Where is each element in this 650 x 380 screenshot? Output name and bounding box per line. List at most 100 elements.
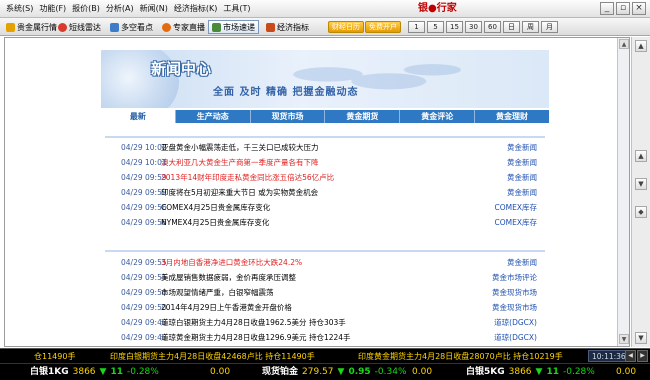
news-row[interactable]: 04/29 10:02 亚盘黄金小幅震荡走低，千三关口已成较大压力 黄金新闻 [105, 140, 545, 155]
menu-analysis[interactable]: 分析(A) [106, 3, 134, 15]
menu-system[interactable]: 系统(S) [6, 3, 33, 15]
news-headline[interactable]: 市场观望情绪严重，白银窄幅震荡 [161, 287, 487, 298]
news-center-panel: 新闻中心 全面 及时 精确 把握金融动态 最新 生产动态 现货市场 黄金期货 黄… [4, 37, 630, 347]
news-headline[interactable]: NYMEX4月25日贵金属库存变化 [161, 217, 487, 228]
tab-spot-market[interactable]: 现货市场 [251, 110, 326, 123]
quote-price: 0.00 [412, 367, 433, 377]
tool-label: 市场速递 [223, 22, 255, 32]
news-category-link[interactable]: 黄金现货市场 [487, 287, 545, 298]
news-row[interactable]: 04/29 09:46 道琼白银期货主力4月28日收盘1962.5美分 持仓303… [105, 315, 545, 330]
ticker-prev-icon[interactable]: ◀ [625, 350, 636, 362]
news-row[interactable]: 04/29 09:56 NYMEX4月25日贵金属库存变化 COMEX库存 [105, 215, 545, 230]
news-headline[interactable]: 亚盘黄金小幅震荡走低，千三关口已成较大压力 [161, 142, 487, 153]
news-category-link[interactable]: 黄金新闻 [487, 187, 545, 198]
tool-label: 多空看点 [121, 22, 153, 32]
news-headline[interactable]: 道琼白银期货主力4月28日收盘1962.5美分 持仓303手 [161, 317, 487, 328]
menu-quote[interactable]: 报价(B) [72, 3, 100, 15]
minimize-button[interactable]: _ [600, 2, 614, 15]
quote-change: 11 [110, 367, 123, 377]
open-account-button[interactable]: 免费开户 [365, 21, 401, 33]
panel-down-icon[interactable]: ▼ [635, 178, 647, 190]
quote-placeholder[interactable]: 0.00 [210, 366, 230, 379]
news-category-link[interactable]: COMEX库存 [487, 217, 545, 228]
news-row[interactable]: 04/29 09:46 道琼黄金期货主力4月28日收盘1296.9美元 持仓122… [105, 330, 545, 345]
tool-label: 经济指标 [277, 22, 309, 32]
tool-economic-indicators[interactable]: 经济指标 [262, 20, 313, 34]
news-headline[interactable]: COMEX4月25日贵金属库存变化 [161, 202, 487, 213]
news-category-link[interactable]: 黄金现货市场 [487, 302, 545, 313]
quote-item[interactable]: 现货铂金 279.57 ▼ 0.95 -0.34% [262, 366, 407, 379]
close-button[interactable]: × [632, 2, 646, 15]
quote-item[interactable]: 白银1KG 3866 ▼ 11 -0.28% [30, 366, 159, 379]
news-time: 04/29 09:59 [121, 173, 167, 182]
quote-item[interactable]: 白银5KG 3866 ▼ 11 -0.28% [466, 366, 595, 379]
news-time: 04/29 09:56 [121, 203, 167, 212]
tab-gold-futures[interactable]: 黄金期货 [325, 110, 401, 123]
clock-display: 10:11:36 [588, 350, 630, 362]
period-15m-button[interactable]: 15 [446, 21, 463, 33]
scroll-down-arrow-icon[interactable]: ▼ [619, 334, 629, 344]
news-row[interactable]: 04/29 09:55 美成屋销售数据疲弱，金价再度承压调整 黄金市场评论 [105, 270, 545, 285]
news-headline[interactable]: 美成屋销售数据疲弱，金价再度承压调整 [161, 272, 487, 283]
news-row[interactable]: 04/29 09:59 2013年14财年印度走私黄金同比涨五倍达56亿卢比 黄金新… [105, 170, 545, 185]
quote-price: 0.00 [616, 367, 637, 377]
news-row[interactable]: 04/29 09:50 市场观望情绪严重，白银窄幅震荡 黄金现货市场 [105, 285, 545, 300]
panel-collapse-icon[interactable]: ▲ [635, 40, 647, 52]
news-headline[interactable]: 道琼黄金期货主力4月28日收盘1296.9美元 持仓1224手 [161, 332, 487, 343]
period-day-button[interactable]: 日 [503, 21, 520, 33]
scroll-up-arrow-icon[interactable]: ▲ [619, 39, 629, 49]
news-headline[interactable]: 3月内地自香港净进口黄金环比大跌24.2% [161, 257, 487, 268]
menu-economic-indicators[interactable]: 经济指标(K) [174, 3, 218, 15]
tool-bull-bear-points[interactable]: 多空看点 [106, 20, 157, 34]
quote-strip: 白银1KG 3866 ▼ 11 -0.28% 0.00 现货铂金 279.57 ▼ 0.95 -0.… [0, 363, 650, 380]
tab-production[interactable]: 生产动态 [176, 110, 251, 123]
news-category-link[interactable]: 道琼(DGCX) [487, 332, 545, 343]
tool-market-express[interactable]: 市场速递 [208, 20, 259, 34]
period-1m-button[interactable]: 1 [408, 21, 425, 33]
news-category-link[interactable]: 黄金新闻 [487, 257, 545, 268]
expert-icon [162, 22, 171, 32]
restore-button[interactable]: ▫ [616, 2, 630, 15]
news-category-link[interactable]: 黄金新闻 [487, 172, 545, 183]
news-row[interactable]: 04/29 09:59 印度将在5月初迎来重大节日 或为实物黄金机会 黄金新闻 [105, 185, 545, 200]
tab-latest[interactable]: 最新 [101, 110, 176, 123]
menu-tools[interactable]: 工具(T) [223, 3, 250, 15]
banner-title: 新闻中心 [151, 60, 212, 78]
window-controls: _ ▫ × [600, 2, 646, 15]
news-category-link[interactable]: COMEX库存 [487, 202, 545, 213]
period-month-button[interactable]: 月 [541, 21, 558, 33]
news-category-link[interactable]: 道琼(DGCX) [487, 317, 545, 328]
panel-pin-icon[interactable]: ◆ [635, 206, 647, 218]
quote-placeholder[interactable]: 0.00 [412, 366, 432, 379]
period-week-button[interactable]: 周 [522, 21, 539, 33]
period-5m-button[interactable]: 5 [427, 21, 444, 33]
panel-up-icon[interactable]: ▲ [635, 150, 647, 162]
news-headline[interactable]: 2014年4月29日上午香港黄金开盘价格 [161, 302, 487, 313]
content-scrollbar[interactable]: ▲ ▼ [617, 38, 629, 346]
tool-label: 专家直播 [173, 22, 205, 32]
quote-placeholder[interactable]: 0.00 [616, 366, 636, 379]
menu-news[interactable]: 新闻(N) [140, 3, 168, 15]
news-headline[interactable]: 印度将在5月初迎来重大节日 或为实物黄金机会 [161, 187, 487, 198]
news-time: 04/29 09:55 [121, 273, 167, 282]
news-headline[interactable]: 2013年14财年印度走私黄金同比涨五倍达56亿卢比 [161, 172, 487, 183]
period-30m-button[interactable]: 30 [465, 21, 482, 33]
finance-calendar-button[interactable]: 财经日历 [328, 21, 364, 33]
news-row[interactable]: 04/29 10:01 澳大利亚几大黄金生产商第一季度产量各有下降 黄金新闻 [105, 155, 545, 170]
news-category-link[interactable]: 黄金市场评论 [487, 272, 545, 283]
period-60m-button[interactable]: 60 [484, 21, 501, 33]
ticker-next-icon[interactable]: ▶ [637, 350, 648, 362]
news-headline[interactable]: 澳大利亚几大黄金生产商第一季度产量各有下降 [161, 157, 487, 168]
menu-function[interactable]: 功能(F) [39, 3, 66, 15]
panel-expand-icon[interactable]: ▼ [635, 332, 647, 344]
news-category-link[interactable]: 黄金新闻 [487, 157, 545, 168]
tool-expert-live[interactable]: 专家直播 [158, 20, 209, 34]
news-row[interactable]: 04/29 09:56 COMEX4月25日贵金属库存变化 COMEX库存 [105, 200, 545, 215]
news-row[interactable]: 04/29 09:55 3月内地自香港净进口黄金环比大跌24.2% 黄金新闻 [105, 255, 545, 270]
news-row[interactable]: 04/29 09:50 2014年4月29日上午香港黄金开盘价格 黄金现货市场 [105, 300, 545, 315]
news-category-link[interactable]: 黄金新闻 [487, 142, 545, 153]
tool-precious-metals-quotes[interactable]: 贵金属行情 [2, 20, 61, 34]
tool-short-term-radar[interactable]: 短线雷达 [54, 20, 105, 34]
tab-gold-wealth[interactable]: 黄金理财 [475, 110, 549, 123]
tab-gold-commentary[interactable]: 黄金评论 [400, 110, 476, 123]
